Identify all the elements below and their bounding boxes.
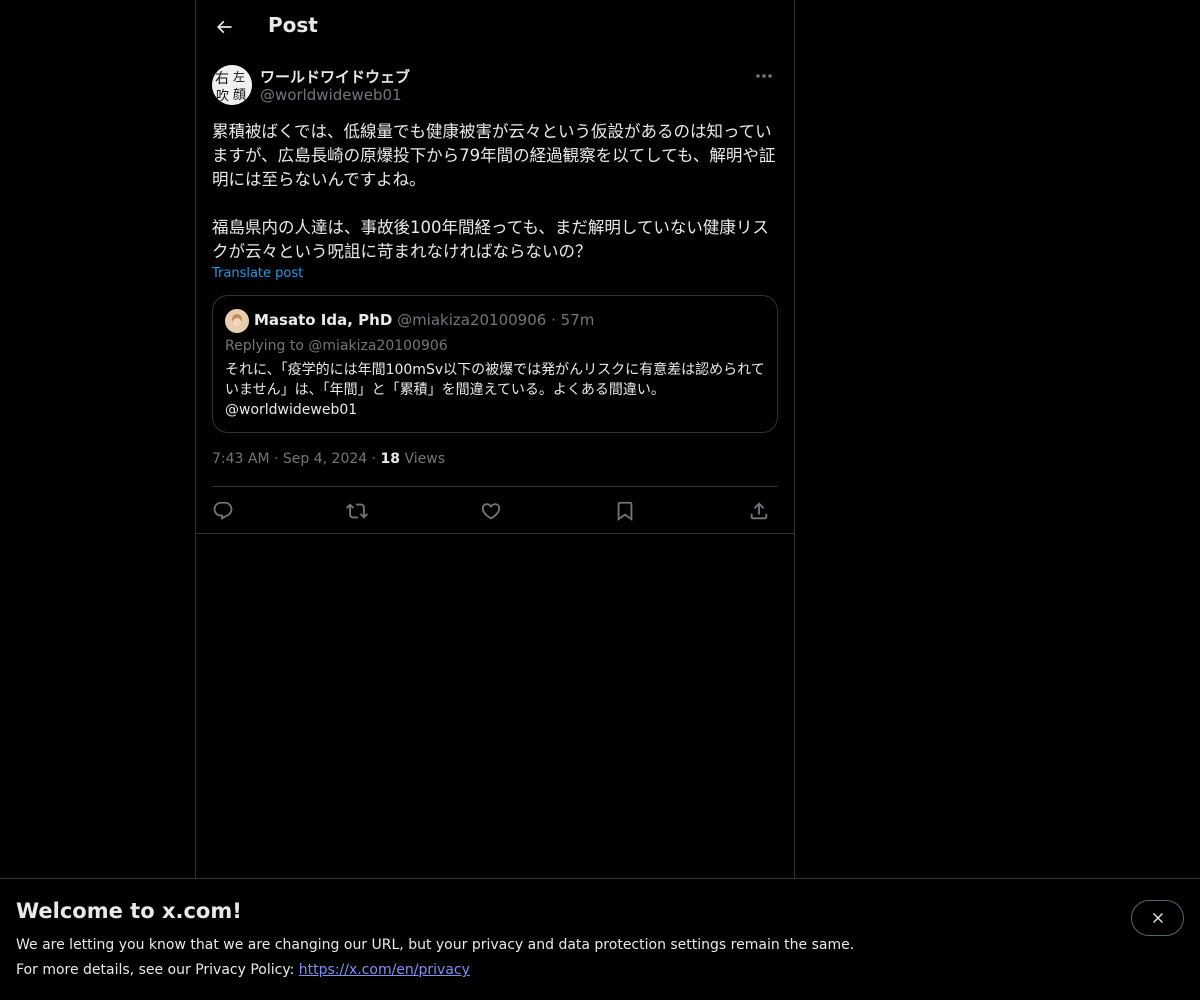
- divider-bottom: [196, 533, 794, 534]
- views-label: Views: [404, 451, 446, 467]
- bookmark-icon: [617, 501, 633, 522]
- author-avatar[interactable]: 右 左 吹 顔: [212, 65, 252, 105]
- avatar-image: 右 左 吹 顔: [212, 65, 252, 105]
- quote-avatar-image: [225, 309, 249, 333]
- quote-replying-to: Replying to @miakiza20100906: [225, 338, 448, 354]
- author-row: 右 左 吹 顔 ワールドワイドウェブ @worldwideweb01: [212, 65, 778, 107]
- post-meta: 7:43 AM · Sep 4, 2024 · 18 Views: [212, 451, 445, 467]
- share-icon: [750, 502, 768, 520]
- post-column: Post 右 左 吹 顔 ワールドワイドウェブ @worldwideweb01 …: [195, 0, 795, 878]
- share-button[interactable]: [746, 498, 772, 524]
- translate-post-link[interactable]: Translate post: [212, 266, 303, 281]
- repost-icon: [346, 503, 368, 519]
- bookmark-button[interactable]: [612, 498, 638, 524]
- back-button[interactable]: [208, 11, 240, 43]
- banner-title: Welcome to x.com!: [16, 899, 242, 923]
- like-button[interactable]: [478, 498, 504, 524]
- quote-header: Masato Ida, PhD @miakiza20100906 · 57m: [254, 311, 594, 329]
- post-date[interactable]: Sep 4, 2024: [283, 451, 367, 467]
- meta-separator-2: ·: [371, 451, 377, 467]
- meta-separator: ·: [274, 451, 279, 467]
- reply-icon: [213, 501, 233, 520]
- privacy-policy-link[interactable]: https://x.com/en/privacy: [299, 962, 470, 978]
- quote-author-name: Masato Ida, PhD: [254, 311, 393, 329]
- quote-author-handle: @miakiza20100906: [397, 311, 547, 329]
- reply-button[interactable]: [210, 498, 236, 524]
- back-arrow-icon: [216, 20, 232, 34]
- more-icon: [756, 74, 772, 78]
- post-time[interactable]: 7:43 AM: [212, 451, 270, 467]
- banner-policy-line: For more details, see our Privacy Policy…: [16, 962, 470, 978]
- banner-close-button[interactable]: [1131, 900, 1184, 936]
- quote-separator: ·: [551, 311, 556, 329]
- post-text: 累積被ばくでは、低線量でも健康被害が云々という仮設があるのは知っていますが、広島…: [212, 122, 776, 261]
- more-button[interactable]: [750, 65, 778, 87]
- divider: [212, 486, 778, 487]
- quoted-post[interactable]: Masato Ida, PhD @miakiza20100906 · 57m R…: [212, 295, 778, 433]
- page-title: Post: [268, 13, 318, 37]
- author-name[interactable]: ワールドワイドウェブ: [260, 66, 410, 87]
- svg-text:吹: 吹: [216, 89, 229, 104]
- quote-text: それに、「疫学的には年間100mSv以下の被爆では発がんリスクに有意差は認められ…: [225, 362, 765, 418]
- repost-button[interactable]: [344, 498, 370, 524]
- svg-text:右: 右: [215, 71, 229, 87]
- close-icon: [1152, 913, 1163, 923]
- banner-message: We are letting you know that we are chan…: [16, 937, 855, 953]
- like-icon: [481, 503, 501, 520]
- quote-time: 57m: [560, 311, 595, 329]
- svg-text:左: 左: [233, 69, 245, 84]
- author-handle[interactable]: @worldwideweb01: [260, 86, 402, 104]
- action-bar: [212, 496, 778, 526]
- welcome-banner: Welcome to x.com! We are letting you kno…: [0, 878, 1200, 1000]
- quote-avatar: [225, 309, 249, 333]
- banner-policy-prefix: For more details, see our Privacy Policy…: [16, 962, 299, 978]
- header: Post: [196, 0, 794, 53]
- svg-text:顔: 顔: [233, 88, 246, 103]
- views-count: 18: [380, 451, 401, 467]
